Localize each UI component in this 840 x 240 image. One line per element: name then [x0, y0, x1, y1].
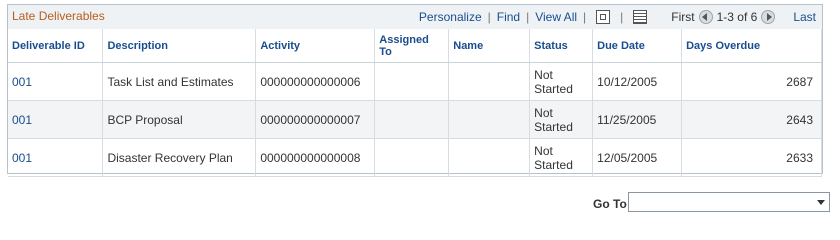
activity-cell: 000000000000007	[255, 100, 376, 139]
description-cell: Disaster Recovery Plan	[102, 138, 257, 177]
status-cell: Not Started	[529, 62, 594, 101]
go-to-select[interactable]	[628, 192, 830, 212]
assigned-to-cell	[374, 138, 450, 177]
assigned-to-cell	[374, 100, 450, 139]
row-count: 1-3 of 6	[716, 10, 758, 24]
name-cell	[448, 100, 531, 139]
zoom-icon[interactable]	[596, 10, 611, 24]
status-cell: Not Started	[529, 138, 594, 177]
deliverables-table: Deliverable ID Description Activity Assi…	[8, 29, 822, 177]
name-cell	[448, 138, 531, 177]
column-header-due-date[interactable]: Due Date	[592, 29, 683, 63]
column-header-days-overdue[interactable]: Days Overdue	[681, 29, 822, 63]
due-date-cell: 11/25/2005	[592, 100, 683, 139]
column-header-status[interactable]: Status	[529, 29, 594, 63]
view-all-link[interactable]: View All	[535, 10, 577, 24]
name-cell	[448, 62, 531, 101]
days-overdue-cell: 2633	[681, 138, 822, 177]
column-header-deliverable-id[interactable]: Deliverable ID	[8, 29, 104, 63]
deliverable-id-link[interactable]: 001	[12, 75, 32, 89]
table-row: 001 BCP Proposal 000000000000007 Not Sta…	[8, 100, 822, 139]
column-header-activity[interactable]: Activity	[255, 29, 376, 63]
days-overdue-cell: 2643	[681, 100, 822, 139]
due-date-cell: 12/05/2005	[592, 138, 683, 177]
last-link[interactable]: Last	[793, 10, 816, 24]
late-deliverables-grid: Late Deliverables Personalize | Find | V…	[7, 4, 823, 177]
separator: |	[620, 10, 624, 24]
go-to-label: Go To	[593, 197, 627, 211]
deliverable-id-cell: 001	[8, 62, 104, 101]
description-cell: BCP Proposal	[102, 100, 257, 139]
table-header-row: Deliverable ID Description Activity Assi…	[8, 29, 822, 63]
column-header-name[interactable]: Name	[448, 29, 531, 63]
next-icon[interactable]	[761, 10, 776, 24]
activity-cell: 000000000000006	[255, 62, 376, 101]
activity-cell: 000000000000008	[255, 138, 376, 177]
deliverable-id-link[interactable]: 001	[12, 113, 32, 127]
deliverable-id-cell: 001	[8, 100, 104, 139]
find-link[interactable]: Find	[497, 10, 520, 24]
previous-icon[interactable]	[698, 10, 713, 24]
personalize-link[interactable]: Personalize	[419, 10, 482, 24]
download-grid-icon[interactable]	[633, 10, 648, 24]
separator: |	[526, 10, 530, 24]
grid-navigation: Personalize | Find | View All | | First …	[419, 5, 822, 29]
grid-title: Late Deliverables	[12, 9, 105, 23]
chevron-down-icon	[817, 200, 825, 205]
column-header-assigned-to[interactable]: Assigned To	[374, 29, 450, 63]
assigned-to-cell	[374, 62, 450, 101]
column-header-description[interactable]: Description	[102, 29, 257, 63]
status-cell: Not Started	[529, 100, 594, 139]
description-cell: Task List and Estimates	[102, 62, 257, 101]
first-link[interactable]: First	[671, 10, 694, 24]
table-row: 001 Disaster Recovery Plan 0000000000000…	[8, 138, 822, 177]
deliverable-id-cell: 001	[8, 138, 104, 177]
deliverable-id-link[interactable]: 001	[12, 151, 32, 165]
separator: |	[583, 10, 587, 24]
due-date-cell: 10/12/2005	[592, 62, 683, 101]
grid-header: Late Deliverables Personalize | Find | V…	[8, 5, 822, 30]
table-row: 001 Task List and Estimates 000000000000…	[8, 62, 822, 101]
days-overdue-cell: 2687	[681, 62, 822, 101]
separator: |	[487, 10, 491, 24]
